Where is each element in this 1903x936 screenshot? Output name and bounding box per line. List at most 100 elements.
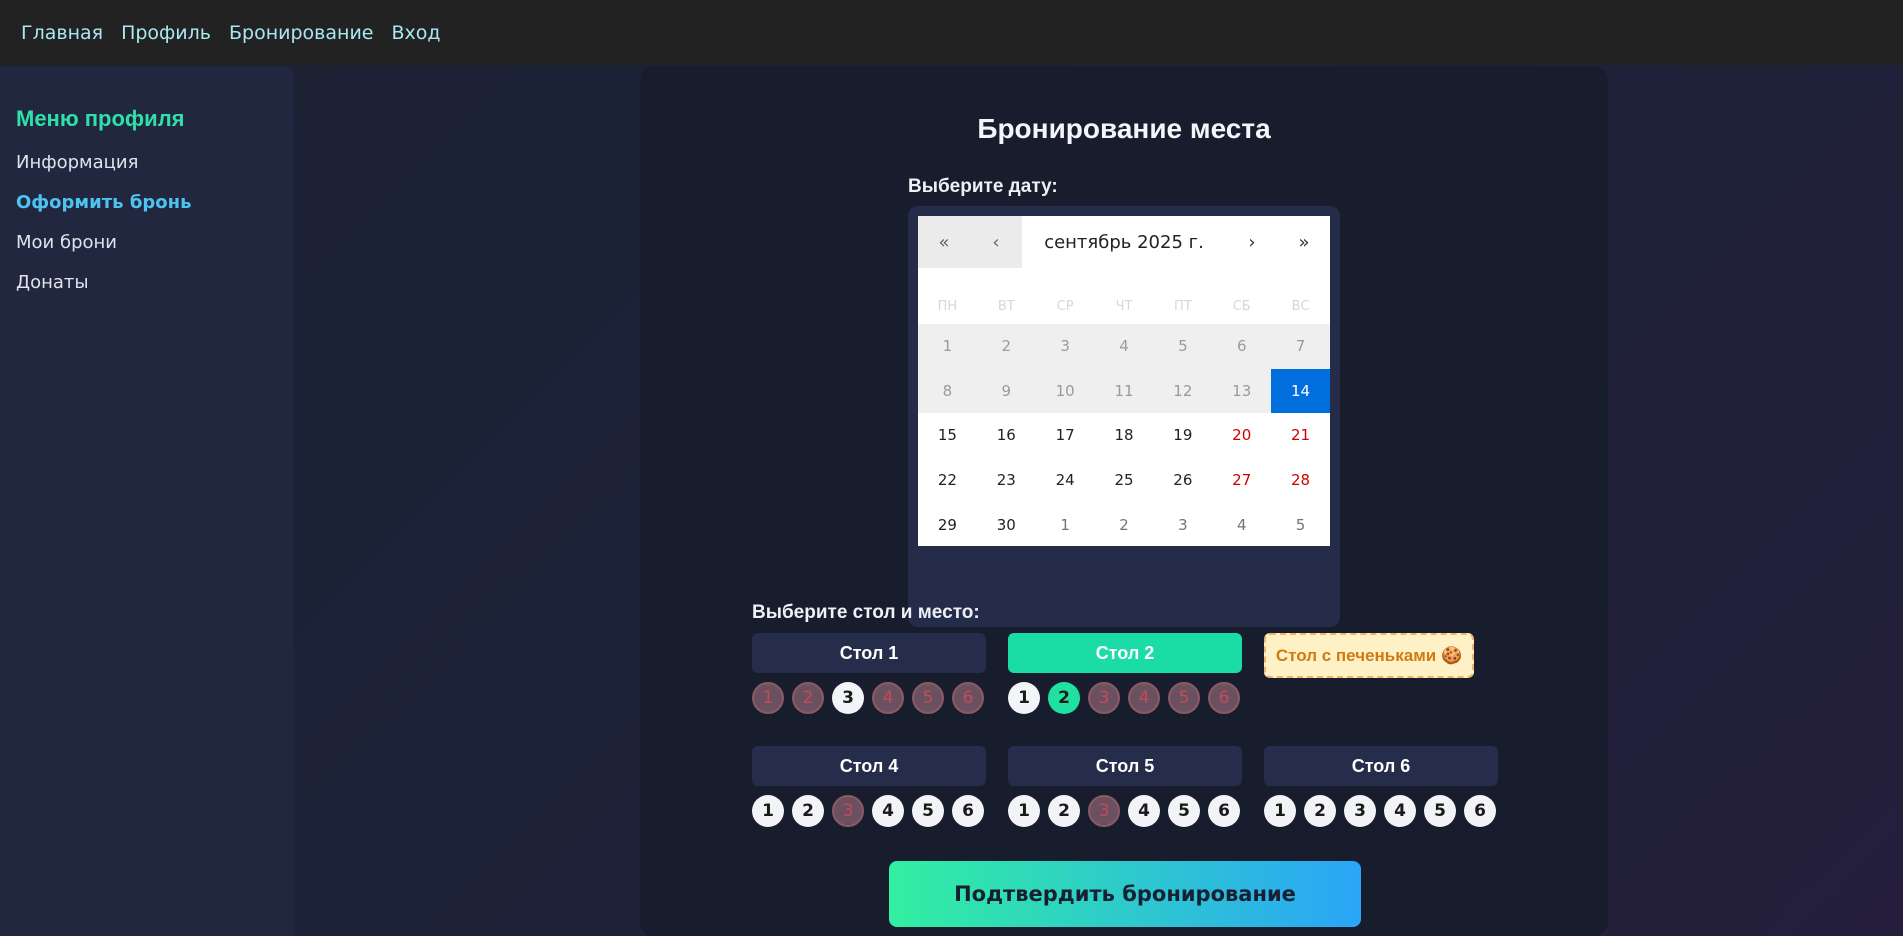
calendar-day[interactable]: 3 <box>1035 324 1095 369</box>
seat-taken[interactable]: 4 <box>872 682 904 714</box>
seat-taken[interactable]: 5 <box>912 682 944 714</box>
calendar-day[interactable]: 11 <box>1094 368 1154 414</box>
seat-free[interactable]: 2 <box>1048 795 1080 827</box>
seat-taken[interactable]: 3 <box>1088 795 1120 827</box>
calendar-day[interactable]: 7 <box>1271 324 1330 369</box>
calendar-day[interactable]: 25 <box>1095 458 1154 503</box>
calendar-day[interactable]: 20 <box>1212 413 1271 458</box>
seat-row: 123456 <box>752 795 986 827</box>
seat-free[interactable]: 6 <box>1208 795 1240 827</box>
calendar-day[interactable]: 4 <box>1212 502 1271 547</box>
calendar-day[interactable]: 4 <box>1094 324 1154 369</box>
calendar: « ‹ сентябрь 2025 г. › » ПН ВТ СР ЧТ ПТ СБ ВС … <box>918 216 1330 546</box>
seat-free[interactable]: 2 <box>1304 795 1336 827</box>
seat-taken[interactable]: 5 <box>1168 682 1200 714</box>
calendar-day[interactable]: 29 <box>918 502 977 547</box>
calendar-day[interactable]: 30 <box>977 502 1036 547</box>
page-title: Бронирование места <box>977 113 1271 144</box>
calendar-container: « ‹ сентябрь 2025 г. › » ПН ВТ СР ЧТ ПТ СБ ВС … <box>908 206 1340 627</box>
calendar-day[interactable]: 17 <box>1036 413 1095 458</box>
booking-panel: Бронирование места Выберите дату: « ‹ се… <box>640 66 1608 936</box>
calendar-day[interactable]: 15 <box>918 413 977 458</box>
table-button[interactable]: Стол 5 <box>1008 746 1242 786</box>
seat-free[interactable]: 5 <box>1424 795 1456 827</box>
weekday-label: ВТ <box>997 298 1015 314</box>
seat-free[interactable]: 4 <box>872 795 904 827</box>
cookie-table-button[interactable]: Стол с печеньками 🍪 <box>1264 633 1474 678</box>
seat-selected[interactable]: 2 <box>1048 682 1080 714</box>
seat-free[interactable]: 3 <box>832 682 864 714</box>
table-button[interactable]: Стол 6 <box>1264 746 1498 786</box>
nav-home-link[interactable]: Главная <box>21 22 103 44</box>
sidebar-item-my-bookings[interactable]: Мои брони <box>16 232 278 253</box>
calendar-weekdays: ПН ВТ СР ЧТ ПТ СБ ВС <box>918 288 1330 324</box>
seat-free[interactable]: 1 <box>1008 682 1040 714</box>
table-button[interactable]: Стол 1 <box>752 633 986 673</box>
calendar-day[interactable]: 10 <box>1035 368 1095 414</box>
seat-free[interactable]: 1 <box>1008 795 1040 827</box>
seat-free[interactable]: 5 <box>1168 795 1200 827</box>
calendar-day[interactable]: 19 <box>1153 413 1212 458</box>
sidebar-item-donations[interactable]: Донаты <box>16 272 278 293</box>
calendar-day[interactable]: 3 <box>1153 502 1212 547</box>
nav-booking-link[interactable]: Бронирование <box>229 22 373 44</box>
seat-free[interactable]: 2 <box>792 795 824 827</box>
profile-sidebar: Меню профиля Информация Оформить бронь М… <box>0 66 294 936</box>
next-month-button[interactable]: › <box>1226 216 1278 268</box>
nav-profile-link[interactable]: Профиль <box>121 22 211 44</box>
calendar-day[interactable]: 5 <box>1153 324 1213 369</box>
calendar-day[interactable]: 8 <box>918 368 977 414</box>
calendar-day[interactable]: 12 <box>1153 368 1213 414</box>
calendar-day[interactable]: 6 <box>1212 324 1272 369</box>
calendar-day[interactable]: 24 <box>1036 458 1095 503</box>
seat-taken[interactable]: 2 <box>792 682 824 714</box>
weekday-label: ЧТ <box>1115 298 1133 314</box>
seat-free[interactable]: 5 <box>912 795 944 827</box>
calendar-month-label[interactable]: сентябрь 2025 г. <box>1022 232 1226 253</box>
calendar-day[interactable]: 18 <box>1095 413 1154 458</box>
calendar-day[interactable]: 23 <box>977 458 1036 503</box>
table-button[interactable]: Стол 4 <box>752 746 986 786</box>
seat-free[interactable]: 3 <box>1344 795 1376 827</box>
calendar-day[interactable]: 9 <box>976 368 1036 414</box>
calendar-day[interactable]: 13 <box>1212 368 1272 414</box>
table-card: Стол 2 123456 <box>1008 633 1242 714</box>
seat-free[interactable]: 4 <box>1384 795 1416 827</box>
seat-row: 123456 <box>1264 795 1498 827</box>
calendar-day[interactable]: 2 <box>976 324 1036 369</box>
calendar-day[interactable]: 26 <box>1153 458 1212 503</box>
seat-free[interactable]: 1 <box>1264 795 1296 827</box>
seat-taken[interactable]: 1 <box>752 682 784 714</box>
seat-taken[interactable]: 6 <box>1208 682 1240 714</box>
weekday-label: СР <box>1056 298 1074 314</box>
weekday-label: ПН <box>937 298 958 314</box>
seat-free[interactable]: 6 <box>1464 795 1496 827</box>
sidebar-item-info[interactable]: Информация <box>16 152 278 173</box>
seat-taken[interactable]: 3 <box>1088 682 1120 714</box>
next-year-button[interactable]: » <box>1278 216 1330 268</box>
seat-free[interactable]: 4 <box>1128 795 1160 827</box>
table-label: Выберите стол и место: <box>752 602 980 623</box>
prev-month-button[interactable]: ‹ <box>970 216 1022 268</box>
seat-row: 123456 <box>1008 682 1242 714</box>
calendar-day-selected[interactable]: 14 <box>1271 368 1330 414</box>
seat-taken[interactable]: 6 <box>952 682 984 714</box>
calendar-day[interactable]: 28 <box>1271 458 1330 503</box>
table-button[interactable]: Стол 2 <box>1008 633 1242 673</box>
prev-year-button[interactable]: « <box>918 216 970 268</box>
calendar-day[interactable]: 1 <box>1036 502 1095 547</box>
calendar-day[interactable]: 16 <box>977 413 1036 458</box>
seat-free[interactable]: 6 <box>952 795 984 827</box>
seat-taken[interactable]: 4 <box>1128 682 1160 714</box>
calendar-day[interactable]: 27 <box>1212 458 1271 503</box>
nav-login-link[interactable]: Вход <box>391 22 440 44</box>
seat-free[interactable]: 1 <box>752 795 784 827</box>
calendar-day[interactable]: 1 <box>918 324 977 369</box>
seat-taken[interactable]: 3 <box>832 795 864 827</box>
calendar-day[interactable]: 5 <box>1271 502 1330 547</box>
calendar-day[interactable]: 2 <box>1095 502 1154 547</box>
calendar-day[interactable]: 22 <box>918 458 977 503</box>
sidebar-item-make-booking[interactable]: Оформить бронь <box>16 192 278 213</box>
confirm-booking-button[interactable]: Подтвердить бронирование <box>889 861 1361 927</box>
calendar-day[interactable]: 21 <box>1271 413 1330 458</box>
